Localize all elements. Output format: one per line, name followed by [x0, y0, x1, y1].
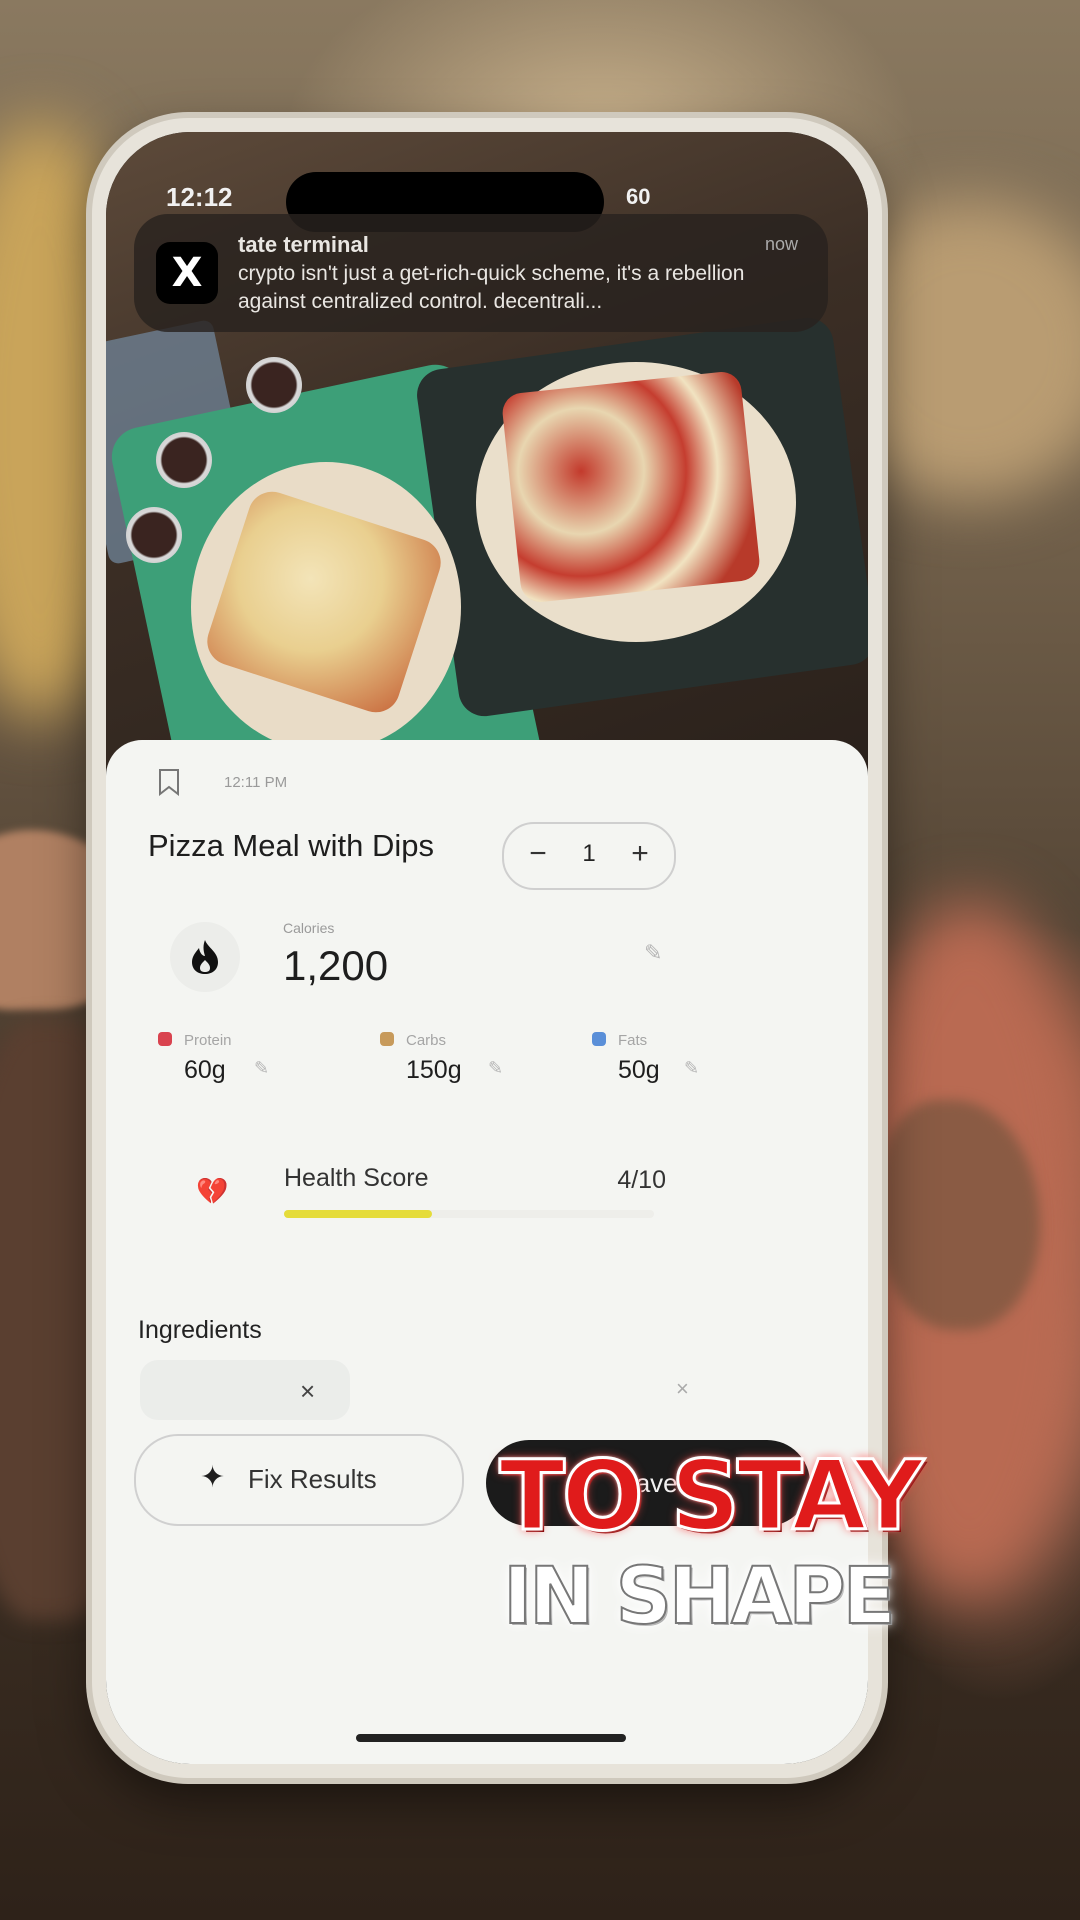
- ingredients-heading: Ingredients: [138, 1316, 262, 1344]
- notification-body: crypto isn't just a get-rich-quick schem…: [238, 262, 745, 313]
- increment-button[interactable]: +: [620, 834, 660, 874]
- edit-fats-icon[interactable]: ✎: [684, 1058, 699, 1079]
- caption-line-2: IN SHAPE: [502, 1551, 897, 1643]
- remove-ingredient-icon[interactable]: ×: [300, 1376, 315, 1407]
- flame-icon: [170, 922, 240, 992]
- quantity-stepper: − 1 +: [502, 822, 676, 890]
- protein-label: Protein: [184, 1032, 232, 1049]
- macro-carbs[interactable]: Carbs 150g ✎: [368, 1022, 528, 1102]
- home-indicator[interactable]: [356, 1734, 626, 1742]
- edit-calories-icon[interactable]: ✎: [644, 940, 662, 966]
- health-score-track: [284, 1210, 654, 1218]
- edit-carbs-icon[interactable]: ✎: [488, 1058, 503, 1079]
- status-time: 12:12: [166, 182, 233, 212]
- carbs-icon: [380, 1032, 394, 1046]
- carbs-label: Carbs: [406, 1032, 447, 1049]
- quantity-value: 1: [582, 840, 596, 867]
- fats-label: Fats: [618, 1032, 648, 1049]
- meal-time: 12:11 PM: [224, 774, 288, 791]
- meal-title: Pizza Meal with Dips: [148, 828, 434, 863]
- health-score-value: 4/10: [617, 1166, 666, 1194]
- caption-line-1: TO STAY: [498, 1439, 925, 1554]
- ingredient-chip[interactable]: [140, 1360, 350, 1420]
- health-score-panel[interactable]: 💔 Health Score 4/10: [146, 1132, 686, 1252]
- macro-protein[interactable]: Protein 60g ✎: [146, 1022, 306, 1102]
- carbs-value: 150g: [406, 1056, 462, 1084]
- fats-icon: [592, 1032, 606, 1046]
- decrement-button[interactable]: −: [518, 834, 558, 874]
- protein-value: 60g: [184, 1056, 226, 1084]
- bookmark-icon[interactable]: [158, 768, 180, 796]
- health-score-bar: [284, 1210, 432, 1218]
- calories-panel[interactable]: Calories 1,200 ✎: [148, 900, 688, 1010]
- health-score-label: Health Score: [284, 1164, 429, 1192]
- remove-ingredient-icon[interactable]: ×: [676, 1376, 689, 1402]
- broken-heart-icon: 💔: [196, 1176, 229, 1206]
- macro-fats[interactable]: Fats 50g ✎: [580, 1022, 740, 1102]
- notification-time: now: [764, 234, 798, 254]
- status-battery: 60: [626, 184, 651, 209]
- calories-value: 1,200: [283, 942, 389, 989]
- calories-label: Calories: [283, 920, 335, 936]
- edit-protein-icon[interactable]: ✎: [254, 1058, 269, 1079]
- notification-banner[interactable]: X tate terminal now crypto isn't just a …: [134, 214, 828, 332]
- protein-icon: [158, 1032, 172, 1046]
- notification-title: tate terminal: [238, 232, 369, 257]
- fats-value: 50g: [618, 1056, 660, 1084]
- x-logo-icon: X: [156, 242, 218, 304]
